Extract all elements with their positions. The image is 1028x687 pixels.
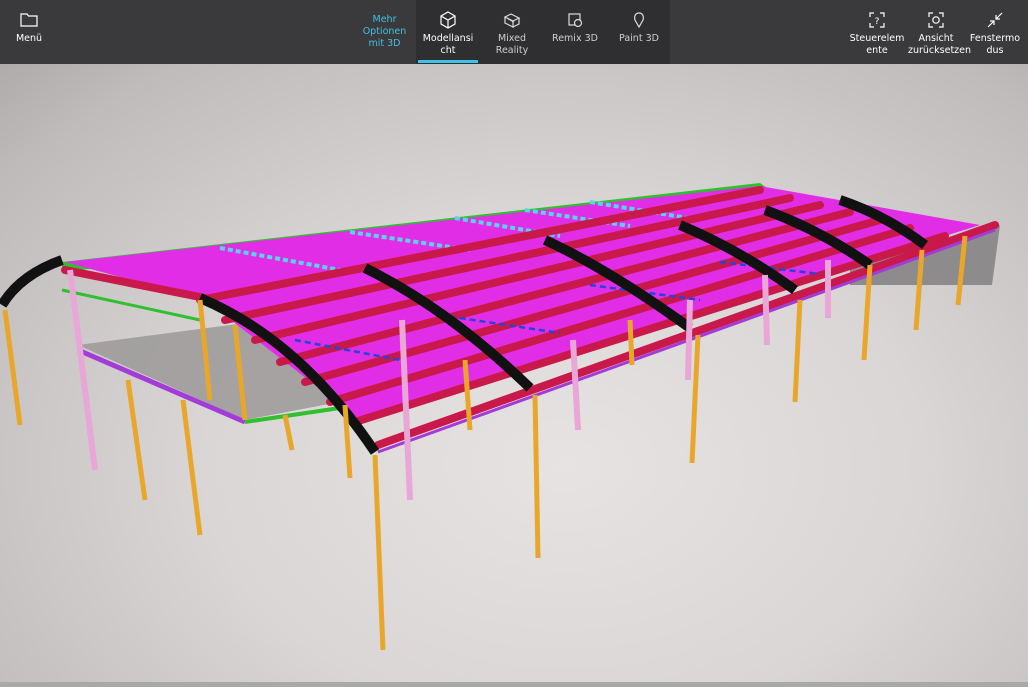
app-window: Menü Mehr Optionen mit 3D Modellansicht … [0, 0, 1028, 687]
tab-remix-3d-label: Remix 3D [552, 33, 598, 44]
reset-view-icon [928, 12, 944, 28]
more-options-label: Mehr Optionen mit 3D [362, 14, 407, 49]
tab-model-view-label: Modellansicht [422, 33, 474, 56]
tab-model-view[interactable]: Modellansicht [418, 0, 478, 64]
top-toolbar: Menü Mehr Optionen mit 3D Modellansicht … [0, 0, 1028, 64]
reset-view-label: Ansicht zurücksetzen [908, 33, 972, 56]
mixed-reality-icon [503, 13, 521, 28]
cube-icon [440, 11, 456, 29]
reset-view-button[interactable]: Ansicht zurücksetzen [907, 0, 972, 64]
controls-button[interactable]: ? Steuerelemente [847, 0, 907, 64]
controls-label: Steuerelemente [849, 33, 905, 56]
window-mode-button[interactable]: Fenstermodus [966, 0, 1024, 64]
folder-icon [20, 13, 38, 27]
more-options-button[interactable]: Mehr Optionen mit 3D [353, 0, 416, 64]
tab-mixed-reality-label: Mixed Reality [495, 33, 529, 56]
steel-hall-model [0, 183, 1000, 651]
menu-button[interactable]: Menü [6, 0, 52, 64]
window-mode-label: Fenstermodus [969, 33, 1021, 56]
menu-label: Menü [15, 33, 43, 44]
view-tab-group: Mehr Optionen mit 3D Modellansicht Mixed… [353, 0, 670, 64]
remix-3d-icon [568, 13, 583, 28]
tab-paint-3d[interactable]: Paint 3D [608, 0, 670, 64]
window-bottom-edge [0, 682, 1028, 687]
tab-remix-3d[interactable]: Remix 3D [544, 0, 606, 64]
active-tab-indicator [418, 60, 478, 63]
tab-mixed-reality[interactable]: Mixed Reality [481, 0, 543, 64]
paint-3d-icon [634, 12, 644, 29]
3d-viewport[interactable] [0, 64, 1028, 682]
svg-text:?: ? [875, 17, 880, 27]
controls-icon: ? [869, 12, 885, 28]
collapse-arrows-icon [987, 12, 1003, 28]
tab-paint-3d-label: Paint 3D [619, 33, 659, 44]
